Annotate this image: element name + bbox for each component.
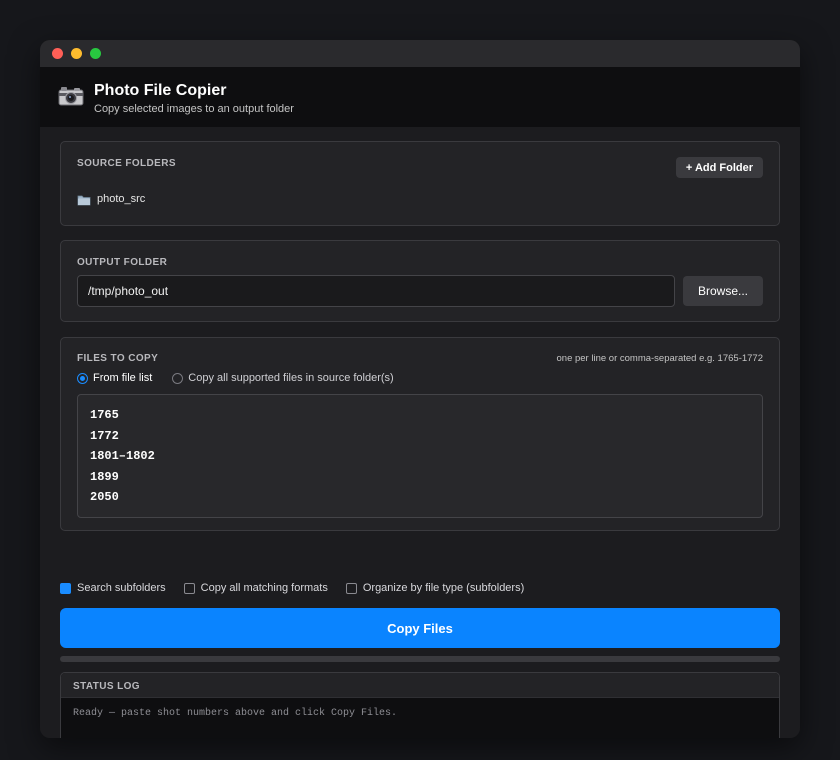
main-content: SOURCE FOLDERS + Add Folder photo_src OU… <box>40 127 800 738</box>
file-entry: 2050 <box>90 490 119 504</box>
file-entry: 1772 <box>90 428 119 443</box>
options-row: Search subfolders Copy all matching form… <box>60 582 542 594</box>
minimize-window-button[interactable] <box>71 48 82 59</box>
organize-by-type-option[interactable]: Organize by file type (subfolders) <box>345 582 524 594</box>
copy-matching-formats-checkbox[interactable] <box>183 582 195 594</box>
app-subtitle: Copy selected images to an output folder <box>94 103 294 115</box>
output-folder-input[interactable] <box>77 275 675 307</box>
source-folders-section: SOURCE FOLDERS + Add Folder photo_src <box>60 141 780 226</box>
search-subfolders-label[interactable]: Search subfolders <box>77 582 166 594</box>
status-log-label: STATUS LOG <box>61 673 779 698</box>
source-folder-item[interactable]: photo_src <box>77 193 146 206</box>
copy-matching-formats-label[interactable]: Copy all matching formats <box>201 582 328 594</box>
copy-all-supported-radio[interactable] <box>172 372 184 384</box>
status-log-message: Ready — paste shot numbers above and cli… <box>73 708 398 719</box>
source-folder-name: photo_src <box>97 193 146 205</box>
output-folder-section: OUTPUT FOLDER Browse... <box>60 240 780 322</box>
file-entry: 1899 <box>90 469 119 484</box>
copy-all-supported-label[interactable]: Copy all supported files in source folde… <box>188 372 393 384</box>
title-bar <box>40 40 800 67</box>
folder-icon <box>77 193 91 206</box>
organize-by-type-checkbox[interactable] <box>345 582 357 594</box>
files-to-copy-section: FILES TO COPY one per line or comma-sepa… <box>60 337 780 531</box>
copy-mode-group: From file list Copy all supported files … <box>77 372 414 384</box>
browse-button[interactable]: Browse... <box>683 276 763 306</box>
files-hint: one per line or comma-separated e.g. 176… <box>556 353 764 364</box>
progress-bar <box>60 656 780 662</box>
status-log-section: STATUS LOG Ready — paste shot numbers ab… <box>60 672 780 738</box>
file-list-textarea[interactable]: 1765 1772 1801–1802 1899 2050 <box>77 394 763 518</box>
from-file-list-label[interactable]: From file list <box>93 372 152 384</box>
files-to-copy-label: FILES TO COPY <box>77 353 159 364</box>
zoom-window-button[interactable] <box>90 48 101 59</box>
search-subfolders-checkbox[interactable] <box>60 582 71 594</box>
file-entry: 1765 <box>90 408 119 422</box>
search-subfolders-option[interactable]: Search subfolders <box>60 582 166 594</box>
camera-icon <box>58 86 84 106</box>
source-folders-label: SOURCE FOLDERS <box>77 158 176 169</box>
from-file-list-radio[interactable] <box>77 372 88 384</box>
copy-files-button[interactable]: Copy Files <box>60 608 780 648</box>
add-folder-button[interactable]: + Add Folder <box>675 157 763 178</box>
output-folder-label: OUTPUT FOLDER <box>77 257 168 268</box>
app-header: Photo File Copier Copy selected images t… <box>40 67 800 127</box>
file-entry: 1801–1802 <box>90 449 155 463</box>
organize-by-type-label[interactable]: Organize by file type (subfolders) <box>363 582 524 594</box>
copy-matching-formats-option[interactable]: Copy all matching formats <box>183 582 328 594</box>
app-window: Photo File Copier Copy selected images t… <box>40 40 800 738</box>
app-title: Photo File Copier <box>94 82 227 99</box>
close-window-button[interactable] <box>52 48 63 59</box>
